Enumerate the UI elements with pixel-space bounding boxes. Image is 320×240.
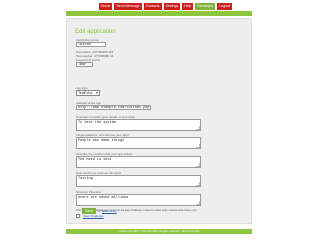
app-type-select[interactable]: TextEcho ▼ [76,90,100,96]
nav-contacts[interactable]: Contacts [143,3,162,10]
view-challenge-link[interactable]: View Challenge [83,214,104,218]
overview-textarea[interactable]: To test the system [76,119,201,131]
nav-home[interactable]: Home [99,3,113,10]
resize-grip-icon[interactable] [196,163,200,167]
app-type-selected: TextEcho [78,91,93,95]
challenge-checkbox[interactable] [76,214,80,218]
resize-grip-icon[interactable] [196,201,200,205]
app-name-input[interactable]: Twitsm [76,42,106,47]
overview-text: To test the system [78,121,116,125]
promote-text: Testing [78,177,93,181]
nav-send-message[interactable]: Send Message [114,3,142,10]
chevron-down-icon: ▼ [95,91,99,95]
promote-textarea[interactable]: Testing [76,175,201,187]
resize-grip-icon[interactable] [196,144,200,148]
revenue-textarea[interactable]: Users are saved millions [76,194,201,206]
nav-logout[interactable]: Logout [217,3,233,10]
nav-developer[interactable]: Developer [195,3,216,10]
save-button[interactable]: Save [82,208,96,214]
resize-grip-icon[interactable] [196,182,200,186]
audience-text: People who demo things [78,139,125,143]
problem-text: The need to test [78,158,112,162]
revenue-text: Users are saved millions [78,196,129,200]
page-title: Edit application [75,29,116,35]
audience-textarea[interactable]: People who demo things [76,137,201,149]
keyword-input[interactable]: TWAP [76,62,93,67]
resize-grip-icon[interactable] [196,126,200,130]
footer: Content copyright © TXTLocal 2011. All r… [66,229,252,234]
top-navigation: Home Send Message Contacts Settings Help… [99,3,233,10]
edit-app-panel: Edit application Application name Twitsm… [66,18,252,224]
problem-textarea[interactable]: The need to test [76,156,201,168]
or-separator: or [98,209,101,213]
header-bar [66,11,252,16]
nav-settings[interactable]: Settings [163,3,181,10]
back-to-list-link[interactable]: Back to list [102,209,117,213]
app-url-input[interactable]: http://www.example.com/twitsms.php [76,105,151,110]
nav-help[interactable]: Help [182,3,194,10]
